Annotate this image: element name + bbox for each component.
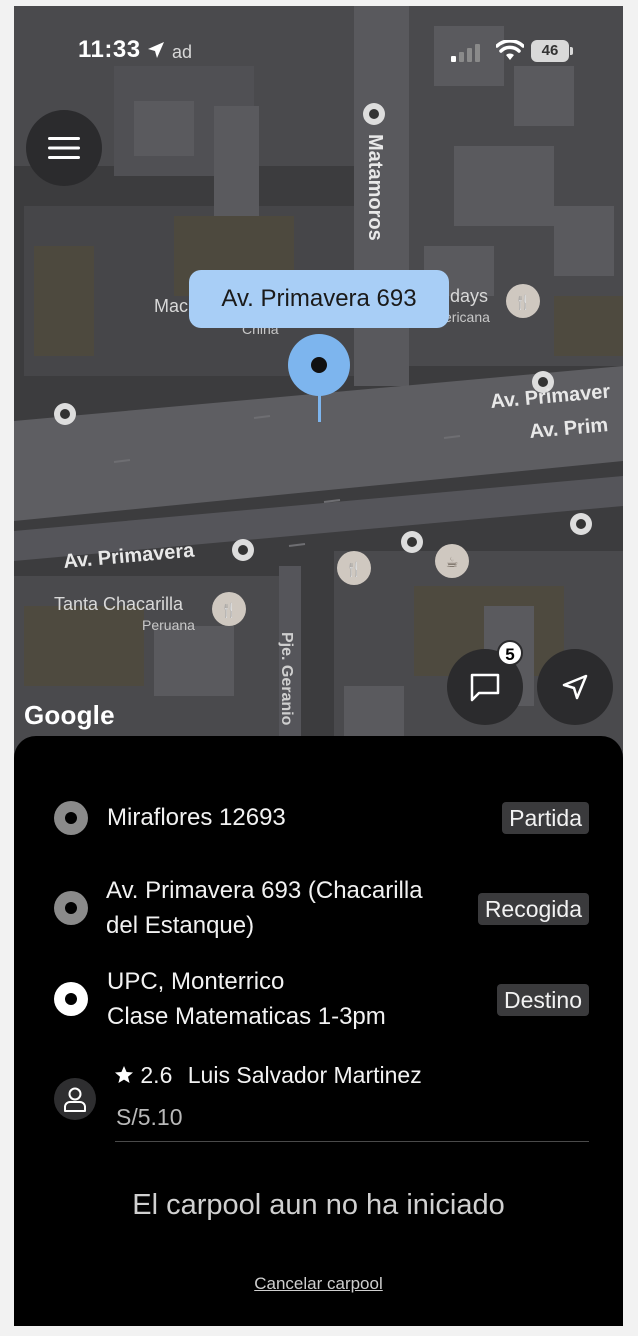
svg-text:☕: ☕ <box>446 555 459 571</box>
poi-label-fridays-sub: ericana <box>444 309 490 325</box>
driver-name: Luis Salvador Martinez <box>187 1062 422 1088</box>
street-label-pje-geranio: Pje. Geranio <box>278 632 295 726</box>
pin-center-dot <box>311 357 327 373</box>
location-arrow-icon <box>148 42 164 58</box>
pickup-pin[interactable] <box>288 334 350 396</box>
poi-label-fridays: idays <box>446 286 488 306</box>
divider <box>115 1141 589 1142</box>
google-logo: Google <box>24 700 115 730</box>
recenter-location-button[interactable] <box>537 649 613 725</box>
pin-stem <box>318 394 321 422</box>
phone-screen: 🍴 🍴 ☕ 🍴 Matamoros Av. Primavera Av. Prim… <box>14 6 623 1326</box>
poi-label-tanta-sub: Peruana <box>142 617 195 633</box>
svg-text:🍴: 🍴 <box>345 561 362 578</box>
marker-inner <box>65 812 77 824</box>
origin-marker-icon <box>54 801 88 835</box>
cancel-carpool-link[interactable]: Cancelar carpool <box>14 1274 623 1294</box>
hamburger-icon <box>48 137 80 159</box>
pickup-marker-icon <box>54 891 88 925</box>
driver-rating: 2.6 <box>140 1062 173 1088</box>
svg-text:🍴: 🍴 <box>220 602 237 619</box>
driver-avatar[interactable] <box>54 1078 96 1120</box>
destination-marker-icon <box>54 982 88 1016</box>
poi-label-mac: Mac <box>154 296 188 316</box>
wifi-icon <box>496 40 524 60</box>
signal-icon <box>451 44 480 62</box>
chat-unread-badge: 5 <box>497 640 523 666</box>
star-icon <box>115 1066 133 1083</box>
map-view[interactable]: 🍴 🍴 ☕ 🍴 Matamoros Av. Primavera Av. Prim… <box>14 6 623 766</box>
street-label-matamoros: Matamoros <box>364 134 386 241</box>
chat-icon <box>470 673 500 702</box>
marker-inner <box>65 993 77 1005</box>
driver-info: 2.6 Luis Salvador Martinez <box>114 1062 422 1089</box>
trip-price: S/5.10 <box>116 1104 183 1130</box>
destination-address-line1: UPC, Monterrico <box>107 968 285 995</box>
destination-address-line2: Clase Matematicas 1-3pm <box>107 1003 386 1030</box>
pickup-address-line2: del Estanque) <box>106 912 255 939</box>
pickup-tag: Recogida <box>477 893 589 925</box>
status-time: 11:33 <box>78 36 141 63</box>
destination-tag: Destino <box>497 984 589 1016</box>
navigation-arrow-icon <box>562 674 588 700</box>
status-bar: 11:33 46 <box>14 36 623 68</box>
trip-details-sheet: Miraflores 12693 Partida Av. Primavera 6… <box>14 736 623 1326</box>
pickup-pin-label: Av. Primavera 693 <box>189 270 449 328</box>
person-icon <box>64 1087 86 1112</box>
battery-indicator: 46 <box>531 40 569 62</box>
poi-label-tanta: Tanta Chacarilla <box>54 594 184 614</box>
marker-inner <box>65 902 77 914</box>
carpool-status-message: El carpool aun no ha iniciado <box>132 1189 505 1221</box>
origin-address: Miraflores 12693 <box>107 804 286 831</box>
svg-text:🍴: 🍴 <box>514 294 531 311</box>
pickup-address-line1: Av. Primavera 693 (Chacarilla <box>106 877 423 904</box>
menu-button[interactable] <box>26 110 102 186</box>
origin-tag: Partida <box>502 802 589 834</box>
battery-tip <box>570 47 573 55</box>
